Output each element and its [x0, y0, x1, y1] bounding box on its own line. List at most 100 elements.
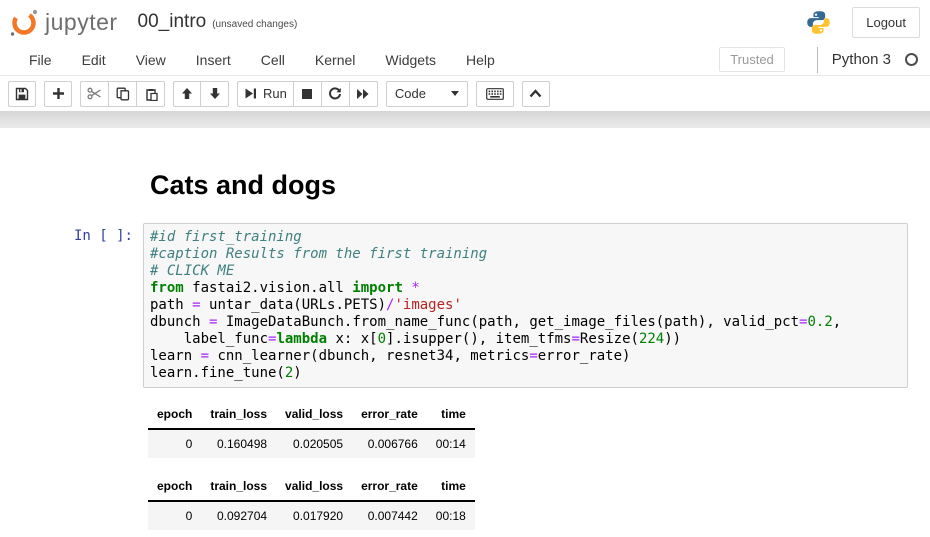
- code-line: #caption Results from the first training: [150, 246, 901, 263]
- scissors-icon: [87, 87, 102, 100]
- cut-cell-button[interactable]: [80, 81, 109, 107]
- step-forward-icon: [244, 87, 257, 100]
- menu-item-cell[interactable]: Cell: [246, 44, 300, 75]
- training-results-table: epochtrain_lossvalid_losserror_ratetime0…: [148, 400, 475, 458]
- markdown-heading: Cats and dogs: [150, 170, 930, 201]
- code-line: learn = cnn_learner(dbunch, resnet34, me…: [150, 348, 901, 365]
- table-row: 10.0277850.0124490.00541300:18: [148, 530, 475, 537]
- header-shadow-band: [0, 111, 930, 128]
- table-cell: 0.017920: [276, 501, 352, 530]
- table-cell: 0.012449: [276, 530, 352, 537]
- menu-item-view[interactable]: View: [121, 44, 181, 75]
- copy-icon: [116, 87, 130, 101]
- code-line: #id first_training: [150, 229, 901, 246]
- toolbar: Run Code: [0, 76, 930, 111]
- cell-type-dropdown[interactable]: Code: [386, 81, 468, 107]
- code-line: path = untar_data(URLs.PETS)/'images': [150, 297, 901, 314]
- notebook-container: Cats and dogs In [ ]: #id first_training…: [0, 128, 930, 537]
- checkpoint-status: (unsaved changes): [212, 19, 297, 30]
- code-line: from fastai2.vision.all import *: [150, 280, 901, 297]
- move-cell-up-button[interactable]: [173, 81, 201, 107]
- toggle-toolbar-button[interactable]: [522, 81, 550, 107]
- run-cell-button[interactable]: Run: [237, 81, 294, 107]
- jupyter-logo-text: jupyter: [45, 9, 118, 36]
- menu-divider: [817, 47, 818, 73]
- move-cell-down-button[interactable]: [201, 81, 229, 107]
- keyboard-icon: [486, 88, 504, 100]
- table-cell: 0.005413: [352, 530, 427, 537]
- column-header: train_loss: [201, 400, 276, 429]
- column-header: time: [427, 472, 475, 501]
- restart-icon: [328, 87, 342, 101]
- kernel-idle-indicator: [905, 53, 918, 66]
- table-cell: 1: [148, 530, 201, 537]
- notebook-header: jupyter 00_intro (unsaved changes) Logou…: [0, 0, 930, 44]
- menu-item-kernel[interactable]: Kernel: [300, 44, 370, 75]
- table-cell: 00:18: [427, 530, 475, 537]
- jupyter-logo-icon: [8, 6, 40, 38]
- menu-item-help[interactable]: Help: [451, 44, 510, 75]
- column-header: time: [427, 400, 475, 429]
- chevron-up-icon: [529, 89, 542, 98]
- table-cell: 0.027785: [201, 530, 276, 537]
- menu-item-widgets[interactable]: Widgets: [370, 44, 451, 75]
- restart-kernel-button[interactable]: [322, 81, 350, 107]
- kernel-name: Python 3: [832, 51, 891, 68]
- column-header: epoch: [148, 472, 201, 501]
- code-editor[interactable]: #id first_training#caption Results from …: [143, 223, 908, 388]
- table-cell: 00:14: [427, 429, 475, 458]
- table-cell: 0: [148, 501, 201, 530]
- insert-cell-button[interactable]: [44, 81, 72, 107]
- paste-cell-button[interactable]: [137, 81, 165, 107]
- jupyter-logo[interactable]: jupyter: [8, 6, 118, 38]
- fast-forward-icon: [356, 88, 370, 100]
- menu-items: FileEditViewInsertCellKernelWidgetsHelp: [14, 44, 510, 75]
- table-cell: 0.007442: [352, 501, 427, 530]
- code-line: learn.fine_tune(2): [150, 365, 901, 382]
- notebook-title[interactable]: 00_intro: [138, 11, 207, 33]
- save-button[interactable]: [8, 81, 36, 107]
- stop-icon: [301, 88, 313, 100]
- plus-icon: [52, 87, 65, 100]
- cell-type-value: Code: [395, 86, 426, 101]
- input-prompt: In [ ]:: [0, 223, 143, 388]
- save-icon: [15, 87, 29, 101]
- table-cell: 0: [148, 429, 201, 458]
- logout-button[interactable]: Logout: [852, 7, 920, 38]
- arrow-down-icon: [209, 87, 221, 100]
- code-line: dbunch = ImageDataBunch.from_name_func(p…: [150, 314, 901, 331]
- table-cell: 0.006766: [352, 429, 427, 458]
- command-palette-button[interactable]: [476, 81, 514, 107]
- column-header: error_rate: [352, 400, 427, 429]
- code-line: # CLICK ME: [150, 263, 901, 280]
- column-header: valid_loss: [276, 472, 352, 501]
- caret-down-icon: [451, 91, 459, 96]
- column-header: epoch: [148, 400, 201, 429]
- run-label: Run: [263, 86, 287, 101]
- interrupt-kernel-button[interactable]: [294, 81, 322, 107]
- menu-item-file[interactable]: File: [14, 44, 67, 75]
- table-cell: 0.160498: [201, 429, 276, 458]
- output-area: epochtrain_lossvalid_losserror_ratetime0…: [0, 388, 930, 537]
- paste-icon: [144, 87, 158, 101]
- table-row: 00.1604980.0205050.00676600:14: [148, 429, 475, 458]
- table-cell: 0.092704: [201, 501, 276, 530]
- table-cell: 00:18: [427, 501, 475, 530]
- menu-bar: FileEditViewInsertCellKernelWidgetsHelp …: [0, 44, 930, 76]
- table-row: 00.0927040.0179200.00744200:18: [148, 501, 475, 530]
- column-header: valid_loss: [276, 400, 352, 429]
- training-results-table: epochtrain_lossvalid_losserror_ratetime0…: [148, 472, 475, 537]
- column-header: train_loss: [201, 472, 276, 501]
- arrow-up-icon: [181, 87, 193, 100]
- trusted-badge[interactable]: Trusted: [719, 47, 785, 72]
- python-kernel-icon: [805, 9, 832, 36]
- menu-item-insert[interactable]: Insert: [181, 44, 246, 75]
- markdown-cell[interactable]: Cats and dogs: [0, 128, 930, 201]
- column-header: error_rate: [352, 472, 427, 501]
- table-cell: 0.020505: [276, 429, 352, 458]
- menu-item-edit[interactable]: Edit: [67, 44, 121, 75]
- copy-cell-button[interactable]: [109, 81, 137, 107]
- code-line: label_func=lambda x: x[0].isupper(), ite…: [150, 331, 901, 348]
- code-cell: In [ ]: #id first_training#caption Resul…: [0, 223, 930, 388]
- restart-run-all-button[interactable]: [350, 81, 378, 107]
